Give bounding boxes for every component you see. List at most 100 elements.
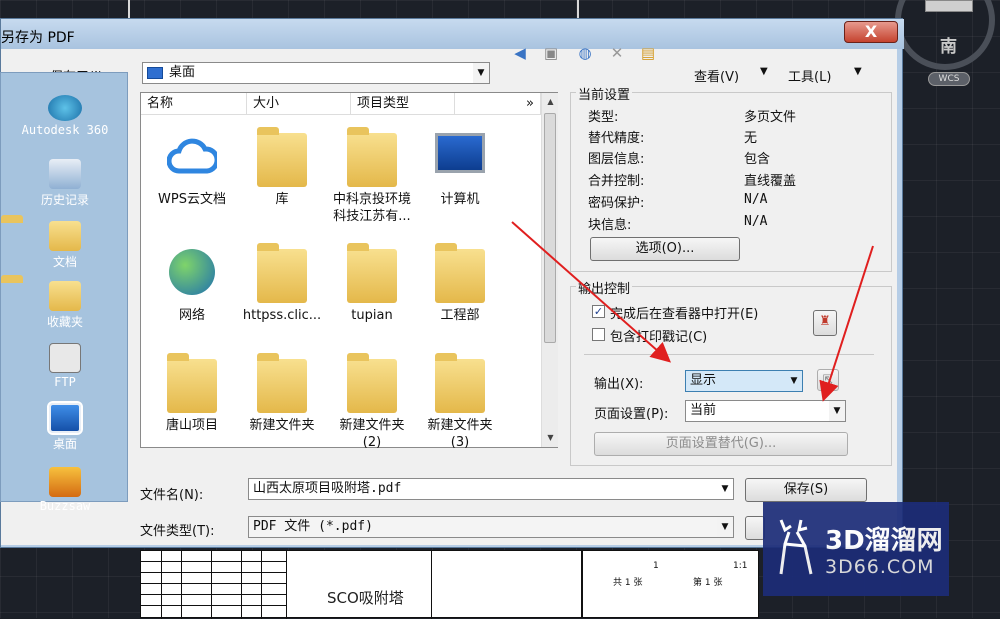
buzzsaw-icon [49, 467, 81, 497]
save-button[interactable]: 保存(S) [745, 478, 867, 502]
watermark-logo: 3D溜溜网 3D66.COM [763, 502, 949, 596]
setting-key: 替代精度: [588, 131, 645, 146]
place-history[interactable]: 历史记录 [1, 159, 129, 208]
folder-icon [257, 353, 307, 413]
file-list[interactable]: 名称 大小 项目类型 » ▲ ▼ WPS云文档 库 中科京投环境 科技江苏有..… [140, 92, 558, 451]
list-item[interactable]: 中科京投环境 科技江苏有... [327, 127, 417, 225]
search-web-icon[interactable]: ◍ [575, 44, 595, 62]
list-item[interactable]: 新建文件夹 (3) [415, 353, 505, 451]
output-value: 显示 [690, 373, 717, 388]
setting-value: 多页文件 [744, 110, 797, 125]
viewcube-face[interactable] [925, 0, 973, 12]
setting-value: 无 [744, 131, 758, 146]
list-item[interactable]: httpss.clic... [237, 243, 327, 324]
list-item[interactable]: 计算机 [415, 133, 505, 208]
dialog-titlebar[interactable]: 另存为 PDF X [1, 19, 904, 49]
sheet-number: 第 1 张 [693, 578, 723, 588]
close-button[interactable]: X [844, 21, 898, 43]
setting-value: 包含 [744, 152, 771, 167]
include-plot-stamp-checkbox[interactable] [592, 328, 605, 341]
list-item[interactable]: 库 [237, 127, 327, 208]
new-folder-icon[interactable]: ▤ [638, 44, 658, 62]
output-browse-icon[interactable]: ⇱ [817, 369, 839, 391]
file-name: 新建文件夹 (2) [339, 418, 405, 450]
folder-icon [257, 243, 307, 303]
wcs-badge[interactable]: WCS [928, 72, 970, 86]
places-bar: Autodesk 360 历史记录 文档 收藏夹 FTP 桌面 Buzzsaw [0, 72, 129, 513]
scroll-thumb[interactable] [544, 113, 556, 343]
setting-key: 块信息: [588, 218, 632, 233]
view-menu[interactable]: 查看(V) [694, 66, 739, 85]
file-name: 库 [275, 192, 289, 207]
scale-count: 1 [653, 561, 659, 571]
page-setup-select[interactable]: 当前 ▼ [685, 400, 846, 422]
place-buzzsaw[interactable]: Buzzsaw [1, 467, 129, 513]
output-select[interactable]: 显示 ▼ [685, 370, 803, 392]
list-item[interactable]: tupian [327, 243, 417, 324]
network-icon [169, 249, 215, 295]
user-folder-icon [347, 127, 397, 187]
cancel-button-partial[interactable] [745, 516, 765, 540]
view-dropdown-icon[interactable]: ▼ [760, 66, 768, 77]
column-more[interactable]: » [455, 93, 541, 115]
setting-value: N/A [744, 192, 768, 207]
filename-input[interactable]: 山西太原项目吸附塔.pdf ▼ [248, 478, 734, 500]
place-ftp[interactable]: FTP [1, 343, 129, 389]
filetype-select[interactable]: PDF 文件 (*.pdf) ▼ [248, 516, 734, 538]
file-name: httpss.clic... [242, 308, 322, 323]
file-list-scrollbar[interactable]: ▲ ▼ [541, 93, 558, 447]
column-size[interactable]: 大小 [247, 93, 351, 115]
filetype-value: PDF 文件 (*.pdf) [253, 519, 373, 534]
output-label: 输出(X): [594, 377, 644, 392]
list-item[interactable]: 工程部 [415, 243, 505, 324]
place-favorites[interactable]: 收藏夹 [1, 281, 129, 330]
include-plot-stamp-label[interactable]: 包含打印戳记(C) [610, 326, 707, 345]
plot-stamp-settings-icon[interactable]: ♜ [813, 310, 837, 336]
chevron-down-icon[interactable]: ▼ [829, 401, 845, 421]
folder-icon [347, 243, 397, 303]
list-item[interactable]: 新建文件夹 (2) [327, 353, 417, 451]
file-name: 网络 [178, 308, 205, 323]
column-name[interactable]: 名称 [141, 93, 247, 115]
folder-icon [435, 353, 485, 413]
setting-key: 密码保护: [588, 196, 645, 211]
watermark-brand: 3D溜溜网 [825, 526, 943, 556]
list-item[interactable]: 唐山项目 [147, 353, 237, 434]
scale-value: 1:1 [733, 561, 748, 571]
place-autodesk-360[interactable]: Autodesk 360 [1, 95, 129, 137]
place-documents[interactable]: 文档 [1, 221, 129, 270]
chevron-down-icon[interactable]: ▼ [717, 517, 733, 537]
page-setup-label: 页面设置(P): [594, 407, 669, 422]
tools-menu[interactable]: 工具(L) [788, 66, 831, 85]
drawing-sheet-block: 1 1:1 共 1 张 第 1 张 [582, 550, 759, 618]
chevron-down-icon[interactable]: ▼ [473, 63, 489, 83]
drawing-title: SCO吸附塔 [327, 589, 404, 607]
compass-south-label: 南 [940, 37, 957, 57]
chevron-down-icon[interactable]: ▼ [786, 371, 802, 391]
list-item[interactable]: 网络 [147, 249, 237, 324]
chevron-down-icon[interactable]: ▼ [717, 479, 733, 499]
folder-icon [167, 353, 217, 413]
place-desktop[interactable]: 桌面 [1, 401, 129, 452]
cad-line [128, 0, 130, 20]
setting-key: 合并控制: [588, 174, 645, 189]
list-item[interactable]: 新建文件夹 [237, 353, 327, 434]
open-in-viewer-checkbox[interactable]: ✓ [592, 305, 605, 318]
options-button[interactable]: 选项(O)... [590, 237, 740, 261]
scroll-down-icon[interactable]: ▼ [542, 433, 559, 442]
list-item[interactable]: WPS云文档 [147, 133, 237, 208]
tools-dropdown-icon[interactable]: ▼ [854, 66, 862, 77]
column-type[interactable]: 项目类型 [351, 93, 455, 115]
page-setup-override-button[interactable]: 页面设置替代(G)... [594, 432, 848, 456]
up-folder-icon[interactable]: ▣ [541, 44, 561, 62]
scroll-up-icon[interactable]: ▲ [542, 97, 559, 106]
deer-icon [779, 519, 813, 575]
title-block-grid [141, 551, 286, 619]
back-arrow-icon[interactable]: ◀ [510, 44, 530, 62]
open-in-viewer-label[interactable]: 完成后在查看器中打开(E) [610, 303, 758, 322]
delete-icon[interactable]: ✕ [607, 44, 627, 62]
history-icon [49, 159, 81, 189]
page-setup-value: 当前 [690, 403, 717, 418]
save-in-combo[interactable]: 桌面 ▼ [142, 62, 490, 84]
drawing-title-block: SCO吸附塔 [140, 550, 582, 619]
